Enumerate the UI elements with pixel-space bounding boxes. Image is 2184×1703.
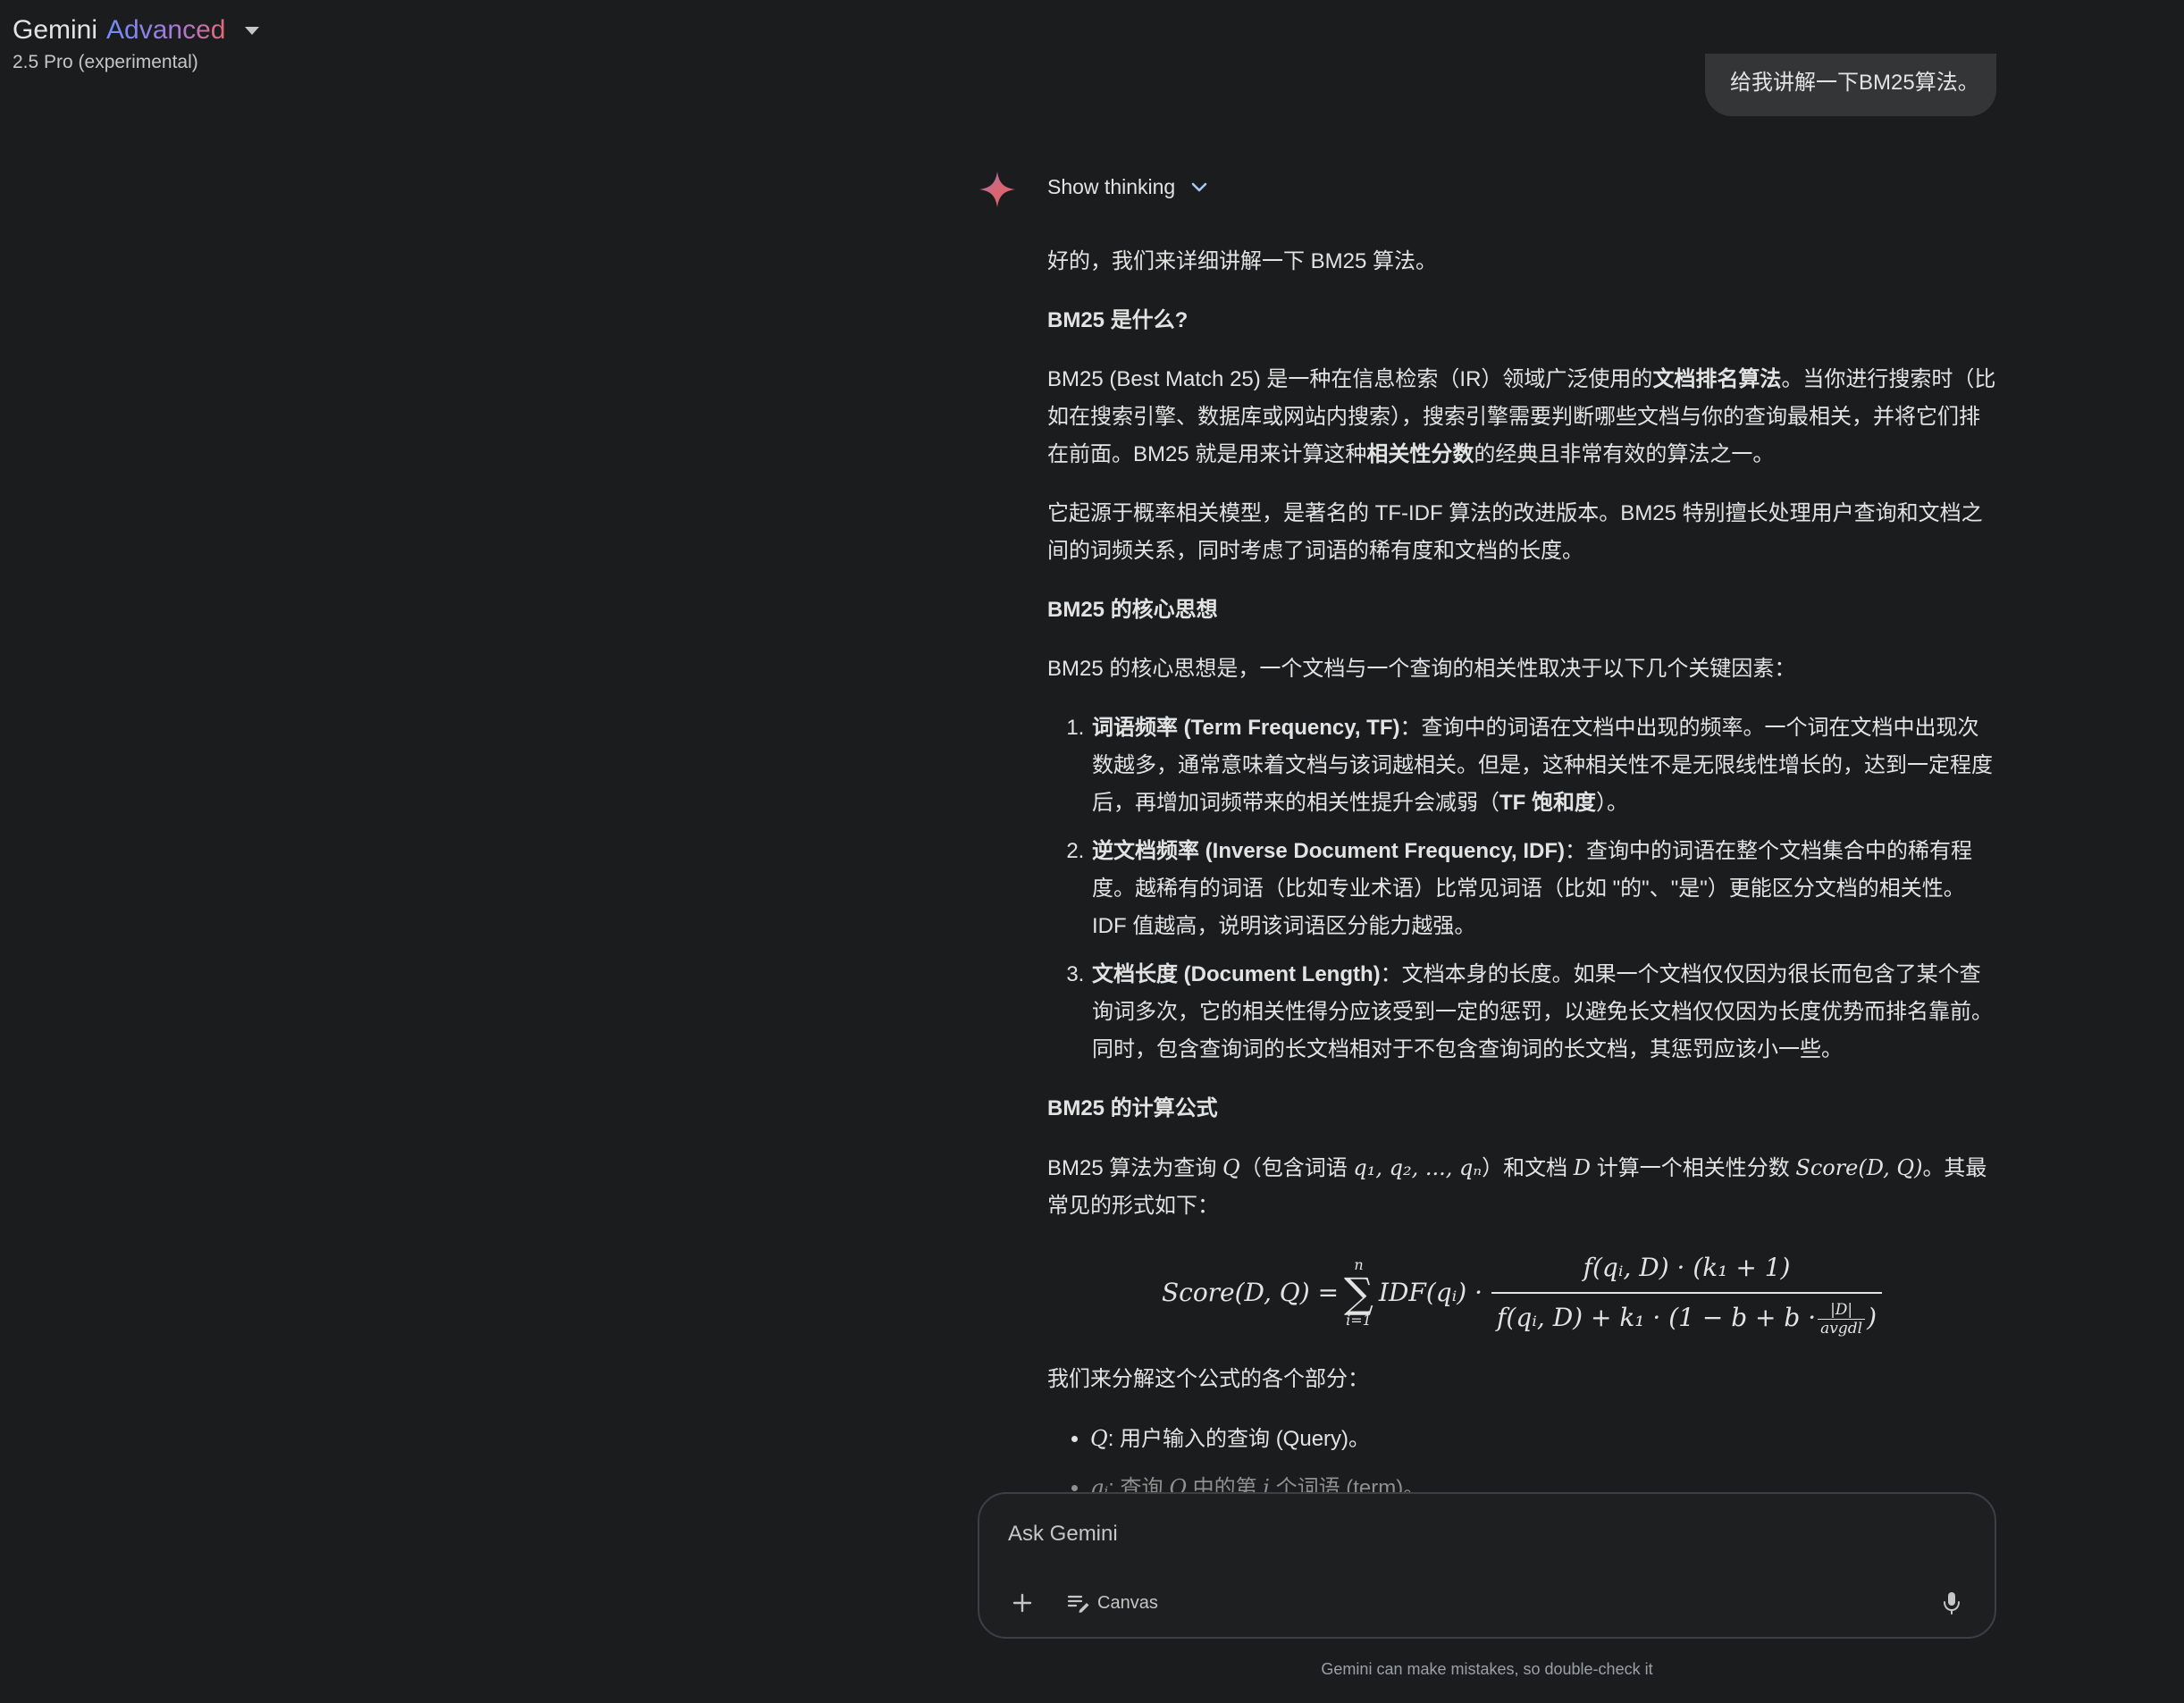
key-factors-list: 词语频率 (Term Frequency, TF)：查询中的词语在文档中出现的频… <box>1047 709 1996 1069</box>
formula-fraction: f(qᵢ, D) · (k₁ + 1) f(qᵢ, D) + k₁ · (1 −… <box>1491 1249 1883 1337</box>
list-item-tf: 词语频率 (Term Frequency, TF)：查询中的词语在文档中出现的频… <box>1090 709 1996 822</box>
plus-icon <box>1012 1593 1032 1613</box>
prompt-input[interactable] <box>1006 1514 1903 1555</box>
dropdown-caret-icon[interactable] <box>245 26 260 35</box>
model-switcher[interactable]: Gemini Advanced <box>13 13 260 48</box>
microphone-button[interactable] <box>1930 1581 1973 1624</box>
text: ）。 <box>1596 791 1628 815</box>
bold-text: 词语频率 (Term Frequency, TF) <box>1092 716 1400 740</box>
ratio-numerator: |D| <box>1830 1301 1853 1319</box>
app-header: Gemini Advanced 2.5 Pro (experimental) <box>13 13 260 73</box>
list-item-query: Q: 用户输入的查询 (Query)。 <box>1090 1420 1996 1458</box>
prompt-input-box: Canvas <box>978 1492 1996 1639</box>
ratio-denominator: avgdl <box>1818 1319 1866 1337</box>
canvas-button[interactable]: Canvas <box>1062 1583 1163 1623</box>
formula-idf-term: IDF(qᵢ) · <box>1378 1278 1483 1307</box>
length-ratio: |D| avgdl <box>1818 1301 1866 1337</box>
paragraph-definition: BM25 (Best Match 25) 是一种在信息检索（IR）领域广泛使用的… <box>1047 361 1996 474</box>
paragraph-breakdown: 我们来分解这个公式的各个部分： <box>1047 1367 1369 1391</box>
text: （包含词语 <box>1239 1156 1354 1180</box>
bold-text: 文档长度 (Document Length) <box>1092 962 1381 986</box>
add-button[interactable] <box>1001 1581 1044 1624</box>
response-intro: 好的，我们来详细讲解一下 BM25 算法。 <box>1047 249 1438 273</box>
paragraph-core-intro: BM25 的核心思想是，一个文档与一个查询的相关性取决于以下几个关键因素： <box>1047 657 1796 681</box>
bold-text: 逆文档频率 (Inverse Document Frequency, IDF) <box>1092 839 1565 863</box>
show-thinking-toggle[interactable]: Show thinking <box>1047 175 1207 199</box>
text: 计算一个相关性分数 <box>1591 1156 1796 1180</box>
brand-tier: Advanced <box>106 13 225 48</box>
bm25-formula: Score(D, Q) = n ∑ i=1 IDF(qᵢ) · f(qᵢ, D)… <box>1047 1246 1996 1339</box>
math-score: Score(D, Q) <box>1795 1155 1923 1180</box>
bold-text: 相关性分数 <box>1366 442 1474 466</box>
paragraph-formula-intro: BM25 算法为查询 Q（包含词语 q₁, q₂, ..., qₙ）和文档 D … <box>1047 1149 1996 1225</box>
user-message-text: 给我讲解一下BM25算法。 <box>1730 71 1979 95</box>
paragraph-origin: 它起源于概率相关模型，是著名的 TF-IDF 算法的改进版本。BM25 特别擅长… <box>1047 501 1983 563</box>
model-response: 好的，我们来详细讲解一下 BM25 算法。 BM25 是什么? BM25 (Be… <box>1047 243 1996 1518</box>
text: 的经典且非常有效的算法之一。 <box>1474 442 1775 466</box>
math-d: D <box>1573 1155 1592 1180</box>
closing-paren: ) <box>1867 1303 1877 1332</box>
fraction-numerator: f(qᵢ, D) · (k₁ + 1) <box>1583 1253 1791 1282</box>
sum-lower-limit: i=1 <box>1346 1312 1372 1329</box>
text: BM25 (Best Match 25) 是一种在信息检索（IR）领域广泛使用的 <box>1047 367 1653 391</box>
math-terms: q₁, q₂, ..., qₙ <box>1353 1155 1483 1180</box>
text: BM25 算法为查询 <box>1047 1156 1223 1180</box>
bold-text: 文档排名算法 <box>1652 367 1782 391</box>
gemini-spark-icon <box>979 172 1015 207</box>
brand-name: Gemini <box>13 15 98 45</box>
list-item-idf: 逆文档频率 (Inverse Document Frequency, IDF)：… <box>1090 833 1996 945</box>
formula-summation: n ∑ i=1 <box>1344 1258 1373 1328</box>
text: : 用户输入的查询 (Query)。 <box>1107 1427 1371 1451</box>
math-q: Q <box>1222 1155 1240 1180</box>
model-version: 2.5 Pro (experimental) <box>13 52 198 72</box>
user-message-bubble: 给我讲解一下BM25算法。 <box>1705 54 1996 116</box>
formula-lhs: Score(D, Q) = <box>1161 1278 1340 1307</box>
section-heading-formula: BM25 的计算公式 <box>1047 1096 1218 1120</box>
canvas-icon <box>1067 1595 1089 1613</box>
sigma-symbol: ∑ <box>1344 1269 1373 1317</box>
section-heading-core: BM25 的核心思想 <box>1047 598 1218 622</box>
denominator-part: f(qᵢ, D) + k₁ · (1 − b + b · <box>1497 1303 1817 1332</box>
math-q: Q <box>1090 1426 1108 1451</box>
text: ）和文档 <box>1482 1156 1574 1180</box>
mic-icon <box>1944 1592 1960 1615</box>
section-heading-what: BM25 是什么? <box>1047 308 1189 332</box>
show-thinking-label: Show thinking <box>1047 175 1176 198</box>
bold-text: TF 饱和度 <box>1499 791 1596 815</box>
fraction-denominator: f(qᵢ, D) + k₁ · (1 − b + b · |D| avgdl) <box>1491 1292 1883 1337</box>
disclaimer-text: Gemini can make mistakes, so double-chec… <box>1321 1660 1653 1678</box>
chevron-down-icon <box>1191 182 1207 191</box>
list-item-doc-length: 文档长度 (Document Length)：文档本身的长度。如果一个文档仅仅因… <box>1090 956 1996 1069</box>
canvas-label: Canvas <box>1097 1592 1158 1613</box>
